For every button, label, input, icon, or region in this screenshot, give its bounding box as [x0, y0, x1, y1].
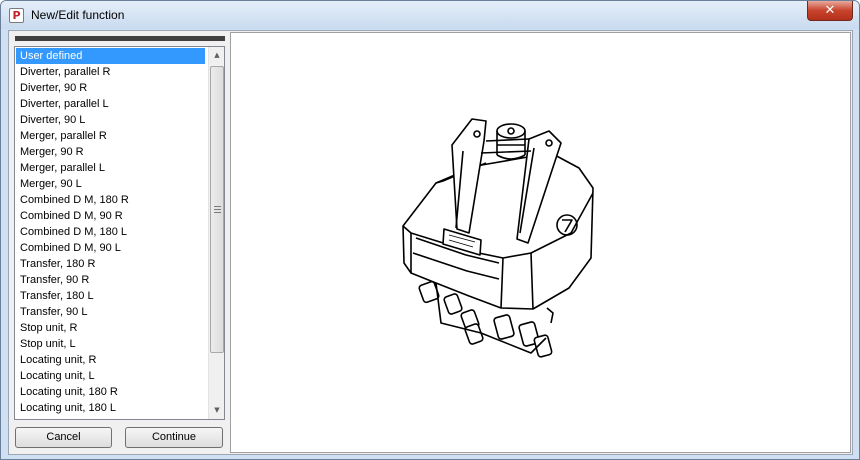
list-item[interactable]: Combined D M, 90 L	[16, 240, 205, 256]
device-illustration	[402, 118, 594, 358]
app-icon: P	[9, 8, 24, 23]
list-item[interactable]: Combined D M, 180 L	[16, 224, 205, 240]
close-button[interactable]: ✕	[807, 1, 853, 21]
close-icon: ✕	[824, 3, 836, 18]
cancel-button[interactable]: Cancel	[15, 427, 112, 448]
list-item[interactable]: Transfer, 90 L	[16, 304, 205, 320]
list-item[interactable]: Transfer, 90 R	[16, 272, 205, 288]
grip-icon	[214, 206, 221, 213]
scroll-thumb[interactable]	[210, 66, 224, 353]
list-item[interactable]: Transfer, 180 R	[16, 256, 205, 272]
scroll-up-icon[interactable]: ▲	[209, 47, 224, 64]
list-item[interactable]: Merger, parallel R	[16, 128, 205, 144]
list-item[interactable]: Stop unit, L	[16, 336, 205, 352]
list-item[interactable]: Diverter, 90 L	[16, 112, 205, 128]
list-item[interactable]: Diverter, 90 R	[16, 80, 205, 96]
function-list[interactable]: User defined Diverter, parallel R Diverter…	[14, 46, 225, 420]
list-item[interactable]: User defined	[16, 48, 205, 64]
scroll-down-icon[interactable]: ▼	[209, 402, 224, 419]
list-item[interactable]: Diverter, parallel L	[16, 96, 205, 112]
list-item[interactable]: Stop unit, R	[16, 320, 205, 336]
dialog-window: P New/Edit function ✕ User defined Divert…	[0, 0, 860, 460]
device-line-drawing	[402, 118, 594, 358]
list-item[interactable]: Merger, parallel L	[16, 160, 205, 176]
list-item[interactable]: Merger, 90 L	[16, 176, 205, 192]
header-bar	[15, 36, 225, 41]
list-item[interactable]: Combined D M, 90 R	[16, 208, 205, 224]
continue-button[interactable]: Continue	[125, 427, 223, 448]
list-scrollbar[interactable]: ▲ ▼	[208, 47, 224, 419]
function-preview	[230, 32, 851, 453]
list-item[interactable]: Locating unit, L	[16, 368, 205, 384]
list-item[interactable]: Merger, 90 R	[16, 144, 205, 160]
list-item[interactable]: Diverter, parallel R	[16, 64, 205, 80]
title-bar[interactable]: P New/Edit function ✕	[1, 1, 859, 29]
list-item[interactable]: Transfer, 180 L	[16, 288, 205, 304]
list-item[interactable]: Locating unit, R	[16, 352, 205, 368]
dialog-client-area: User defined Diverter, parallel R Diverter…	[8, 30, 853, 455]
list-item[interactable]: Combined D M, 180 R	[16, 192, 205, 208]
window-title: New/Edit function	[31, 8, 125, 22]
list-item[interactable]: Locating unit, 180 L	[16, 400, 205, 416]
list-item[interactable]: Locating unit, 180 R	[16, 384, 205, 400]
